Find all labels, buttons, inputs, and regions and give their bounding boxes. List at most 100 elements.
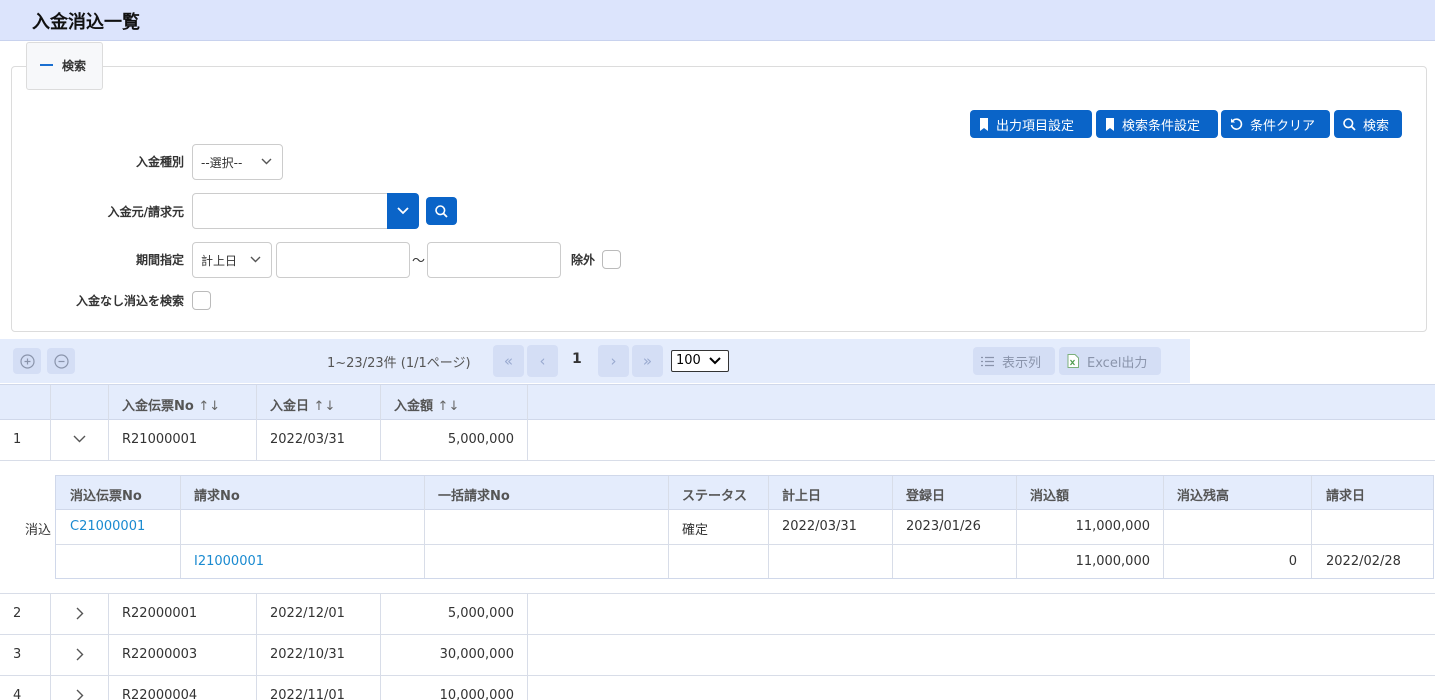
period-start-input[interactable] <box>276 242 410 278</box>
page-header: 入金消込一覧 <box>0 0 1435 41</box>
row-index: 2 <box>13 606 22 621</box>
slip-no: R22000001 <box>122 606 198 621</box>
excel-export-button[interactable]: Excel出力 <box>1059 347 1161 375</box>
chevron-right-icon[interactable] <box>76 689 84 700</box>
payment-type-select[interactable]: --選択-- <box>192 144 283 180</box>
search-icon <box>1343 117 1356 131</box>
slip-no: R21000001 <box>122 432 198 447</box>
detail-label: 消込 <box>25 523 52 538</box>
slip-no: R22000004 <box>122 688 198 700</box>
chevron-down-icon <box>250 256 261 263</box>
sort-icon: ↑↓ <box>198 399 221 414</box>
table-row[interactable]: 1 R21000001 2022/03/31 5,000,000 <box>0 420 1435 461</box>
reconcile-slip-link[interactable]: C21000001 <box>70 519 145 534</box>
excel-button-label: Excel出力 <box>1087 355 1148 371</box>
search-icon <box>435 204 448 218</box>
detail-column-header: 登録日 <box>906 489 946 504</box>
row-index: 4 <box>13 688 22 700</box>
detail-table: 消込伝票No 請求No 一括請求No ステータス 計上日 登録日 消込額 消込残… <box>55 475 1434 579</box>
search-condition-settings-button[interactable]: 検索条件設定 <box>1096 110 1218 138</box>
clear-conditions-button[interactable]: 条件クリア <box>1221 110 1330 138</box>
status: 確定 <box>682 523 709 538</box>
period-label: 期間指定 <box>135 253 184 267</box>
double-chevron-left-icon: « <box>503 352 514 370</box>
grid-toolbar: 1~23/23件 (1/1ページ) « ‹ 1 › » 100 表示列 Exce… <box>0 339 1190 383</box>
exclude-label: 除外 <box>571 253 596 267</box>
minus-circle-icon <box>53 353 69 369</box>
bookmark-icon <box>1106 117 1114 131</box>
payment-date: 2022/11/01 <box>270 688 345 700</box>
chevron-down-icon <box>397 207 409 215</box>
chevron-down-icon <box>709 357 721 365</box>
detail-table-row[interactable]: C21000001 確定 2022/03/31 2023/01/26 11,00… <box>56 510 1433 545</box>
search-button-label: 検索 <box>1363 118 1390 134</box>
registration-date: 2023/01/26 <box>906 519 981 534</box>
grid-header: 入金伝票No ↑↓ 入金日 ↑↓ 入金額 ↑↓ <box>0 384 1435 420</box>
search-button[interactable]: 検索 <box>1334 110 1402 138</box>
source-dropdown-button[interactable] <box>387 193 419 229</box>
last-page-button[interactable]: » <box>632 345 663 377</box>
detail-column-header: 請求日 <box>1326 489 1366 504</box>
collapse-icon <box>40 64 53 66</box>
list-icon <box>981 356 994 366</box>
detail-table-row[interactable]: I21000001 11,000,000 0 2022/02/28 <box>56 545 1433 579</box>
search-panel-toggle[interactable]: 検索 <box>26 42 103 90</box>
sort-icon: ↑↓ <box>313 399 336 414</box>
plus-circle-icon <box>19 353 35 369</box>
period-end-input[interactable] <box>427 242 561 278</box>
source-input[interactable] <box>192 193 388 229</box>
chevron-right-icon[interactable] <box>76 648 84 661</box>
output-settings-button[interactable]: 出力項目設定 <box>970 110 1092 138</box>
detail-column-header: 消込伝票No <box>70 489 142 504</box>
detail-column-header: 請求No <box>194 489 240 504</box>
reset-icon <box>1230 117 1243 130</box>
payment-date: 2022/03/31 <box>270 432 345 447</box>
column-header-label: 入金日 <box>270 399 310 414</box>
slip-no: R22000003 <box>122 647 198 662</box>
detail-column-header: 消込残高 <box>1177 489 1230 504</box>
chevron-down-icon[interactable] <box>73 435 86 443</box>
output-settings-label: 出力項目設定 <box>996 118 1075 134</box>
detail-column-header: 一括請求No <box>438 489 510 504</box>
condition-settings-label: 検索条件設定 <box>1122 118 1201 134</box>
post-date: 2022/03/31 <box>782 519 857 534</box>
column-header-label: 入金伝票No <box>122 399 194 414</box>
columns-button[interactable]: 表示列 <box>973 347 1055 375</box>
pager-info: 1~23/23件 (1/1ページ) <box>327 356 471 371</box>
period-type-select[interactable]: 計上日 <box>192 242 272 278</box>
invoice-link[interactable]: I21000001 <box>194 554 264 569</box>
reconcile-amount: 11,000,000 <box>1075 554 1150 569</box>
table-row[interactable]: 2 R22000001 2022/12/01 5,000,000 <box>0 594 1435 635</box>
reconcile-amount: 11,000,000 <box>1075 519 1150 534</box>
column-header-date[interactable]: 入金日 ↑↓ <box>270 395 335 414</box>
detail-column-header: 計上日 <box>782 489 822 504</box>
row-index: 1 <box>13 432 22 447</box>
payment-date: 2022/10/31 <box>270 647 345 662</box>
detail-header: 消込伝票No 請求No 一括請求No ステータス 計上日 登録日 消込額 消込残… <box>56 476 1433 510</box>
reconcile-balance: 0 <box>1288 554 1297 569</box>
no-payment-checkbox[interactable] <box>192 291 211 310</box>
expand-all-button[interactable] <box>13 348 41 374</box>
next-page-button[interactable]: › <box>598 345 629 377</box>
search-tab-label: 検索 <box>62 59 87 73</box>
detail-column-header: ステータス <box>682 489 748 504</box>
chevron-right-icon[interactable] <box>76 607 84 620</box>
sort-icon: ↑↓ <box>437 399 460 414</box>
column-header-amount[interactable]: 入金額 ↑↓ <box>394 395 459 414</box>
first-page-button[interactable]: « <box>493 345 524 377</box>
no-payment-label: 入金なし消込を検索 <box>75 294 184 308</box>
range-separator: ～ <box>412 254 426 269</box>
double-chevron-right-icon: » <box>642 352 653 370</box>
table-row[interactable]: 3 R22000003 2022/10/31 30,000,000 <box>0 635 1435 676</box>
source-search-button[interactable] <box>426 197 457 225</box>
collapse-all-button[interactable] <box>47 348 75 374</box>
page-size-select[interactable]: 100 <box>671 350 729 372</box>
row-index: 3 <box>13 647 22 662</box>
column-header-slip-no[interactable]: 入金伝票No ↑↓ <box>122 395 220 414</box>
prev-page-button[interactable]: ‹ <box>527 345 558 377</box>
payment-amount: 5,000,000 <box>447 606 514 621</box>
exclude-checkbox[interactable] <box>602 250 621 269</box>
payment-type-label: 入金種別 <box>135 155 184 169</box>
table-row[interactable]: 4 R22000004 2022/11/01 10,000,000 <box>0 676 1435 700</box>
chevron-left-icon: ‹ <box>539 352 546 370</box>
